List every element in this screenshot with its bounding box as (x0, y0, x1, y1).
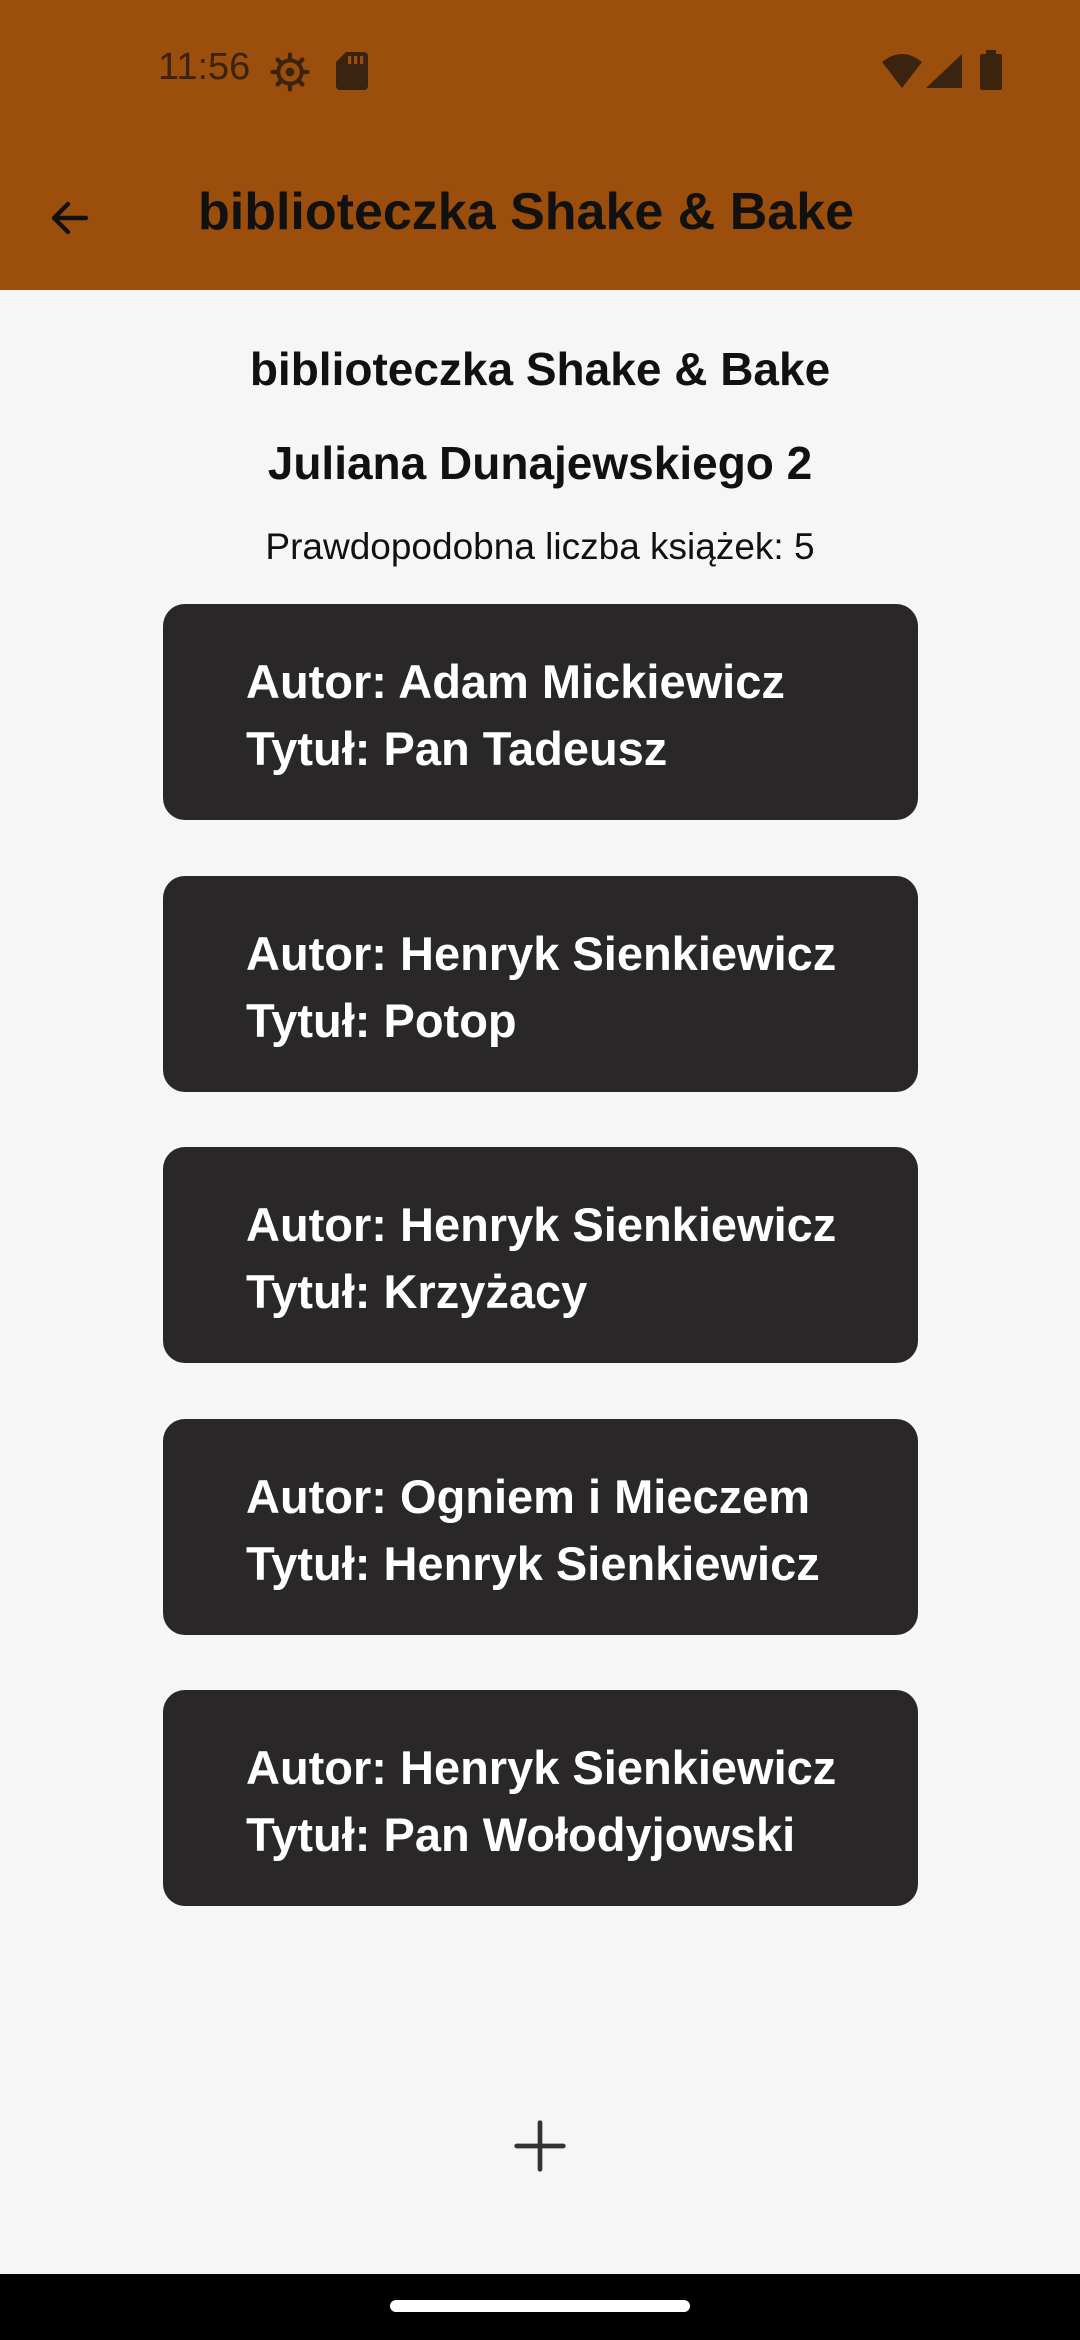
battery-icon (980, 50, 1002, 95)
navigation-bar (0, 2274, 1080, 2340)
book-count: Prawdopodobna liczba książek: 5 (265, 526, 815, 567)
toolbar-title: biblioteczka Shake & Bake (198, 183, 855, 241)
book-card[interactable]: Autor: Henryk Sienkiewicz Tytuł: Krzyżac… (163, 1147, 918, 1363)
book-title: Tytuł: Pan Tadeusz (246, 722, 668, 775)
library-address: Juliana Dunajewskiego 2 (267, 437, 813, 489)
signal-icon (926, 54, 962, 93)
book-title: Tytuł: Potop (246, 994, 517, 1047)
book-card[interactable]: Autor: Henryk Sienkiewicz Tytuł: Potop (163, 876, 918, 1092)
book-card[interactable]: Autor: Henryk Sienkiewicz Tytuł: Pan Woł… (163, 1690, 918, 1906)
book-title: Tytuł: Pan Wołodyjowski (246, 1808, 796, 1861)
book-author: Autor: Henryk Sienkiewicz (246, 1741, 837, 1794)
sd-card-icon (336, 52, 368, 95)
arrow-left-icon (46, 194, 94, 247)
back-button[interactable] (32, 182, 108, 258)
book-author: Autor: Ogniem i Mieczem (246, 1470, 811, 1523)
book-author: Autor: Henryk Sienkiewicz (246, 1198, 837, 1251)
book-title: Tytuł: Henryk Sienkiewicz (246, 1537, 820, 1590)
book-author: Autor: Adam Mickiewicz (246, 655, 785, 708)
wifi-icon (882, 54, 922, 93)
add-book-button[interactable] (500, 2108, 580, 2188)
book-author: Autor: Henryk Sienkiewicz (246, 927, 837, 980)
plus-icon (512, 2118, 568, 2179)
status-bar: 11:56 (0, 40, 1080, 104)
book-card[interactable]: Autor: Adam Mickiewicz Tytuł: Pan Tadeus… (163, 604, 918, 820)
gear-icon (270, 52, 310, 97)
library-name: biblioteczka Shake & Bake (249, 343, 831, 395)
home-gesture-handle[interactable] (390, 2300, 690, 2312)
app-bar: 11:56 biblioteczka Shake & Bake (0, 0, 1080, 290)
book-title: Tytuł: Krzyżacy (246, 1265, 588, 1318)
book-card[interactable]: Autor: Ogniem i Mieczem Tytuł: Henryk Si… (163, 1419, 918, 1635)
toolbar: biblioteczka Shake & Bake (0, 160, 1080, 270)
status-time: 11:56 (158, 46, 251, 88)
